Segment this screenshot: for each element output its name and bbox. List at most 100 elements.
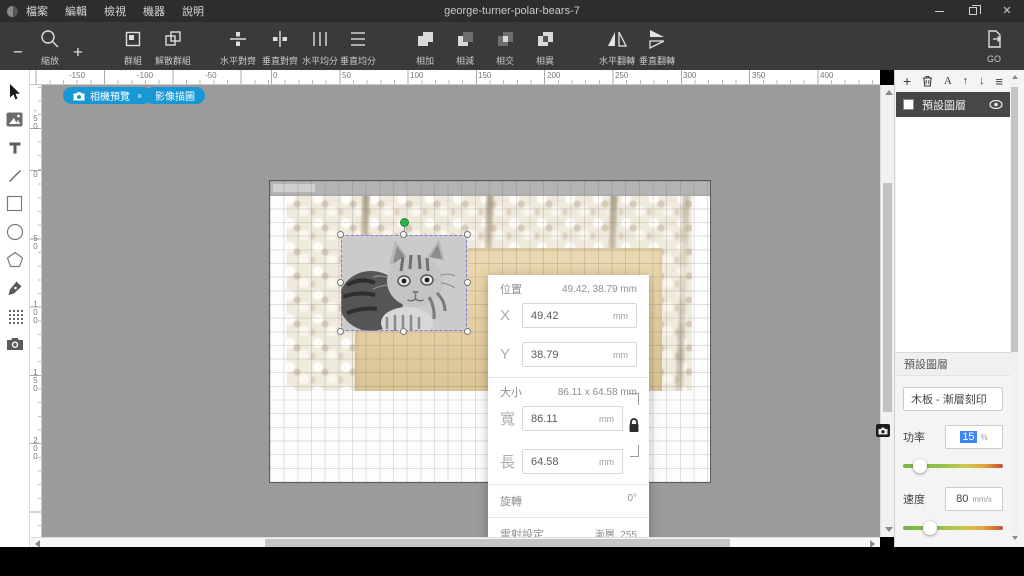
layer-item-selected[interactable]: 預設圖層 <box>896 92 1010 117</box>
rectangle-tool[interactable] <box>2 190 28 217</box>
zoom-out-button[interactable]: − <box>13 44 23 61</box>
ruler-tick-label: 200 <box>31 436 40 460</box>
line-tool[interactable] <box>2 162 28 189</box>
menu-help[interactable]: 說明 <box>182 3 204 19</box>
panel-scroll-thumb[interactable] <box>1011 87 1018 352</box>
align-vertical-button[interactable]: 垂直對齊 <box>262 26 298 67</box>
scroll-down-arrow[interactable] <box>885 527 893 532</box>
position-label: 位置 <box>500 281 522 297</box>
camera-preview-chip[interactable]: 相機預覽 × <box>63 87 152 104</box>
camera-preview-close-icon[interactable]: × <box>137 91 142 101</box>
flip-vertical-button[interactable]: 垂直翻轉 <box>639 26 675 67</box>
menu-edit[interactable]: 編輯 <box>65 3 87 19</box>
canvas-vertical-scrollbar[interactable] <box>880 85 894 537</box>
menu-view[interactable]: 檢視 <box>104 3 126 19</box>
delete-layer-icon[interactable] <box>922 75 933 87</box>
zoom-tool[interactable]: 縮放 <box>39 26 61 67</box>
rotate-value[interactable]: 0° <box>627 493 637 509</box>
layer-visibility-eye-icon[interactable] <box>989 100 1003 109</box>
boolean-subtract-icon <box>455 26 475 52</box>
go-button[interactable]: GO <box>984 26 1004 64</box>
group-button[interactable]: 群組 <box>123 26 143 67</box>
height-input[interactable]: 64.58 mm <box>522 449 623 474</box>
rotation-handle[interactable] <box>400 218 409 227</box>
power-input[interactable]: 15 % <box>945 425 1003 449</box>
close-button[interactable]: ✕ <box>990 0 1024 22</box>
selected-image-object[interactable] <box>341 235 467 331</box>
app-window: 檔案 編輯 檢視 機器 說明 george-turner-polar-bears… <box>0 0 1024 576</box>
panel-scrollbar[interactable] <box>1011 75 1019 540</box>
speed-slider[interactable] <box>903 521 1003 535</box>
speed-parameter: 速度 80 mm/s <box>903 487 1003 535</box>
boolean-difference-button[interactable]: 相異 <box>535 26 555 67</box>
width-input[interactable]: 86.11 mm <box>522 406 623 431</box>
layer-color-swatch[interactable] <box>903 99 914 110</box>
panel-scroll-up-arrow[interactable] <box>1012 75 1018 79</box>
distribute-vertical-button[interactable]: 垂直均分 <box>340 26 376 67</box>
pen-tool[interactable] <box>2 274 28 301</box>
layer-menu-icon[interactable]: ≡ <box>995 75 1003 88</box>
ungroup-icon <box>163 26 183 52</box>
height-label: 長 <box>500 451 514 472</box>
boolean-intersect-icon <box>495 26 515 52</box>
resize-handle-s[interactable] <box>400 328 407 335</box>
image-trace-chip[interactable]: 影像描圖 <box>145 87 205 104</box>
minimize-button[interactable] <box>922 0 956 22</box>
layer-list-area[interactable] <box>896 117 1010 352</box>
menu-machine[interactable]: 機器 <box>143 3 165 19</box>
camera-preview-mini-button[interactable] <box>876 424 890 437</box>
image-tool[interactable] <box>2 106 28 133</box>
camera-tool[interactable] <box>2 330 28 357</box>
resize-handle-e[interactable] <box>464 279 471 286</box>
size-label: 大小 <box>500 384 522 400</box>
resize-handle-sw[interactable] <box>337 328 344 335</box>
resize-handle-w[interactable] <box>337 279 344 286</box>
material-preset-dropdown[interactable]: 木板 - 漸層刻印 <box>903 387 1003 411</box>
move-layer-up-icon[interactable]: ↑ <box>963 76 969 87</box>
ruler-tick-label: 150 <box>31 368 40 392</box>
power-slider[interactable] <box>903 459 1003 473</box>
x-input[interactable]: 49.42 mm <box>522 303 637 328</box>
ungroup-button[interactable]: 解散群組 <box>155 26 191 67</box>
resize-handle-nw[interactable] <box>337 231 344 238</box>
align-horizontal-button[interactable]: 水平對齊 <box>220 26 256 67</box>
ruler-tick-label: 100 <box>408 71 423 80</box>
resize-handle-ne[interactable] <box>464 231 471 238</box>
grid-array-tool[interactable] <box>2 302 28 329</box>
layer-settings-section: 預設圖層 木板 - 漸層刻印 功率 15 % 速度 <box>895 352 1011 575</box>
y-input[interactable]: 38.79 mm <box>522 342 637 367</box>
maximize-button[interactable] <box>956 0 990 22</box>
panel-scroll-down-arrow[interactable] <box>1012 536 1018 540</box>
zoom-in-button[interactable]: + <box>73 44 83 61</box>
scroll-up-arrow[interactable] <box>885 90 893 95</box>
boolean-intersect-button[interactable]: 相交 <box>495 26 515 67</box>
move-layer-down-icon[interactable]: ↓ <box>979 76 985 87</box>
ellipse-tool[interactable] <box>2 218 28 245</box>
rotate-label: 旋轉 <box>500 493 522 509</box>
speed-slider-thumb[interactable] <box>923 521 937 535</box>
boolean-union-button[interactable]: 相加 <box>415 26 435 67</box>
select-tool[interactable] <box>2 78 28 105</box>
add-layer-icon[interactable]: + <box>903 74 911 88</box>
flip-horizontal-button[interactable]: 水平翻轉 <box>599 26 635 67</box>
boolean-subtract-button[interactable]: 相減 <box>455 26 475 67</box>
canvas-horizontal-scrollbar[interactable] <box>30 537 880 547</box>
power-slider-thumb[interactable] <box>913 459 927 473</box>
menu-file[interactable]: 檔案 <box>26 3 48 19</box>
resize-handle-se[interactable] <box>464 328 471 335</box>
width-label: 寬 <box>500 408 514 429</box>
speed-input[interactable]: 80 mm/s <box>945 487 1003 511</box>
artboard-label-chip <box>273 184 315 192</box>
canvas-viewport[interactable]: 相機預覽 × 影像描圖 <box>42 85 880 537</box>
boolean-union-icon <box>415 26 435 52</box>
rename-layer-icon[interactable]: A <box>944 76 952 87</box>
aspect-lock-icon[interactable] <box>627 417 641 433</box>
distribute-horizontal-button[interactable]: 水平均分 <box>302 26 338 67</box>
text-tool[interactable] <box>2 134 28 161</box>
ruler-tick-label: 100 <box>31 300 40 324</box>
flip-vertical-icon <box>647 26 667 52</box>
vertical-scroll-thumb[interactable] <box>883 183 892 412</box>
polygon-tool[interactable] <box>2 246 28 273</box>
horizontal-scroll-thumb[interactable] <box>265 539 730 547</box>
resize-handle-n[interactable] <box>400 231 407 238</box>
